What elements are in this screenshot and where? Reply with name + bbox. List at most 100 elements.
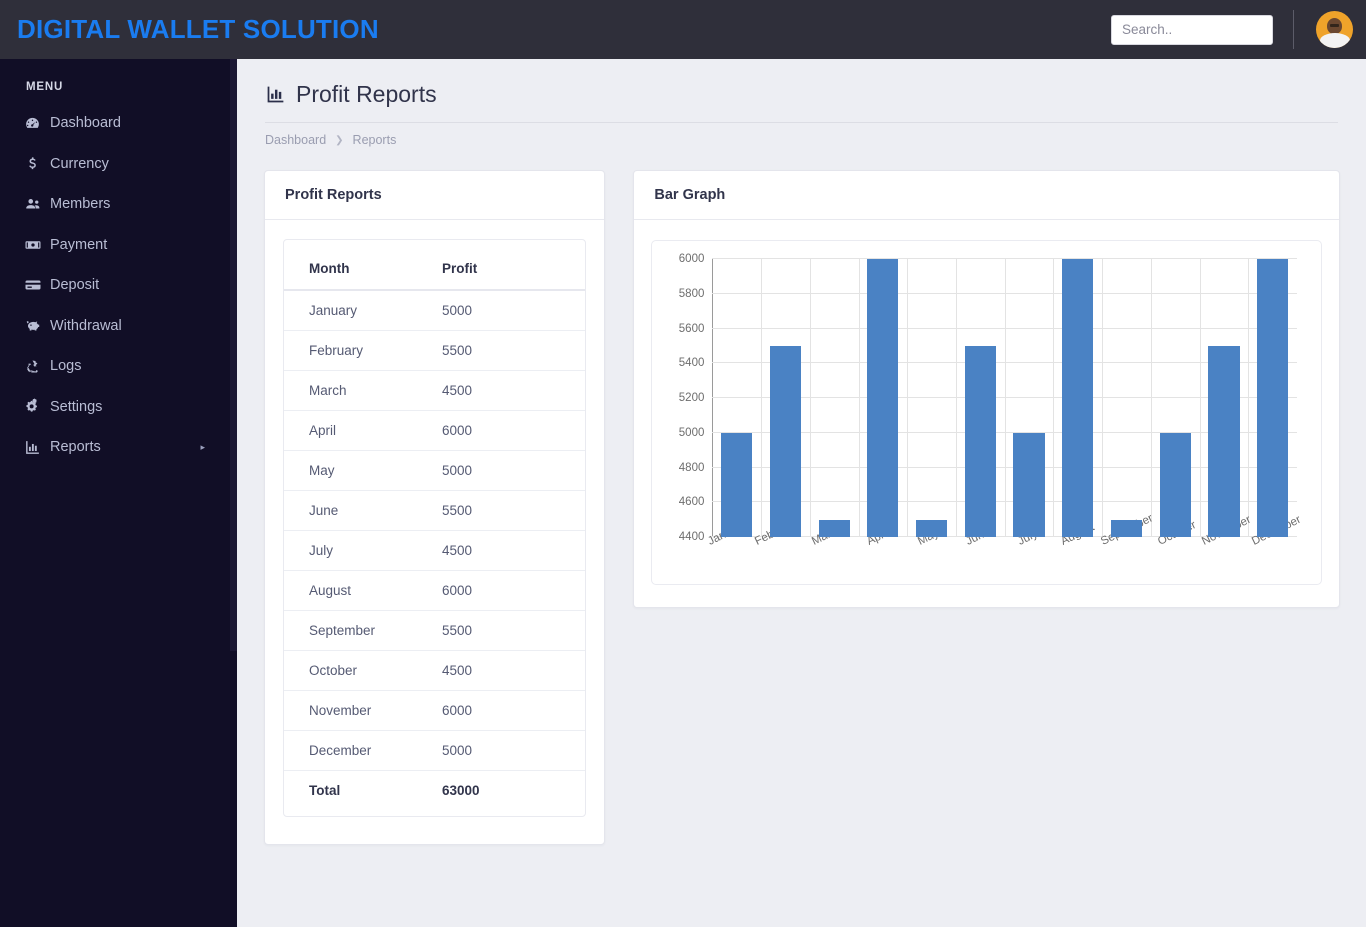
table-row: May 5000 — [284, 450, 586, 491]
column-header-profit: Profit — [442, 248, 586, 291]
cell-profit: 4500 — [442, 650, 586, 691]
chart-x-label-slot: February — [753, 517, 804, 549]
table-total-row: Total 63000 — [284, 770, 586, 810]
chart-bar[interactable] — [867, 259, 899, 537]
cell-profit: 4500 — [442, 370, 586, 411]
sidebar-item-label: Withdrawal — [50, 317, 122, 334]
sidebar-item-reports[interactable]: Reports ▸ — [0, 427, 237, 468]
chart-bar-slot — [1005, 259, 1054, 537]
table-row: March 4500 — [284, 370, 586, 411]
avatar[interactable] — [1316, 11, 1353, 48]
cell-profit: 5000 — [442, 303, 473, 318]
table-row: April 6000 — [284, 410, 586, 451]
content-row: Profit Reports Month Profit January 5000 F… — [237, 147, 1366, 845]
sidebar-item-dashboard[interactable]: Dashboard — [0, 103, 237, 144]
chart-y-tick-label: 5800 — [678, 287, 705, 300]
chart-bar-slot — [1053, 259, 1102, 537]
table-row: November 6000 — [284, 690, 586, 731]
sidebar-item-label: Dashboard — [50, 115, 121, 132]
profit-table-head: Month Profit — [284, 248, 586, 291]
chart-bar[interactable] — [916, 519, 948, 537]
chart-x-label-slot: August — [1055, 521, 1105, 549]
recycle-icon — [24, 358, 46, 375]
chart-x-label-slot: January — [704, 519, 754, 549]
breadcrumb-current: Reports — [352, 133, 397, 147]
cell-profit: 6000 — [442, 410, 586, 451]
cell-profit: 6000 — [442, 690, 586, 731]
search-input[interactable] — [1111, 14, 1273, 45]
chart-y-tick-label: 6000 — [678, 253, 705, 265]
cell-profit: 5000 — [442, 450, 586, 491]
table-row: October 4500 — [284, 650, 586, 691]
chart-bar[interactable] — [964, 345, 996, 537]
bar-graph-card-title: Bar Graph — [634, 171, 1339, 220]
cell-month: April — [284, 410, 442, 451]
money-bill-icon — [24, 236, 46, 254]
chart-bar[interactable] — [1208, 345, 1240, 537]
sidebar-item-logs[interactable]: Logs — [0, 346, 237, 387]
gears-icon — [24, 398, 46, 416]
chart-bar-slot — [1200, 259, 1249, 537]
breadcrumb-dashboard-link[interactable]: Dashboard — [265, 133, 326, 147]
chart-bar-slot — [859, 259, 908, 537]
sidebar-scrollbar[interactable] — [230, 59, 237, 651]
speedometer-icon — [24, 115, 46, 132]
chart-bar-slot — [810, 259, 859, 537]
profit-reports-card-title: Profit Reports — [265, 171, 605, 220]
chart-x-label-slot: March — [804, 523, 854, 549]
table-header-row: Month Profit — [284, 248, 586, 291]
sidebar-item-payment[interactable]: Payment — [0, 225, 237, 266]
chart-x-label-slot: April — [854, 527, 904, 549]
chart-bar[interactable] — [818, 519, 850, 537]
chart-bar-slot — [1248, 259, 1297, 537]
sidebar-item-settings[interactable]: Settings — [0, 387, 237, 428]
header-right-group — [1111, 0, 1366, 59]
top-header-bar: DIGITAL WALLET SOLUTION — [0, 0, 1366, 59]
page-title: Profit Reports — [296, 81, 437, 107]
cell-profit: 5500 — [442, 330, 586, 371]
profit-table-body: January 5000 February 5500 March 4500 April 600… — [284, 290, 586, 810]
chart-bar-slot — [907, 259, 956, 537]
sidebar-item-label: Payment — [50, 236, 108, 253]
cell-month: November — [284, 690, 442, 731]
chart-bar[interactable] — [1110, 519, 1143, 537]
sidebar-item-deposit[interactable]: Deposit — [0, 265, 237, 306]
bar-chart-icon — [265, 84, 286, 105]
sidebar-item-label: Members — [50, 196, 111, 213]
chart-x-label-slot: October — [1155, 519, 1205, 549]
chart-y-tick-label: 4400 — [678, 531, 705, 543]
sidebar-menu-label: MENU — [26, 81, 64, 93]
cell-month: June — [284, 490, 442, 531]
cell-month: December — [284, 730, 442, 771]
chart-bar[interactable] — [1062, 259, 1094, 537]
chevron-right-icon: ▸ — [200, 441, 205, 452]
chart-bar[interactable] — [769, 345, 802, 537]
sidebar-item-members[interactable]: Members — [0, 184, 237, 225]
chart-bar-slot — [712, 259, 761, 537]
cell-month: October — [284, 650, 442, 691]
sidebar-item-label: Currency — [50, 155, 109, 172]
sidebar-item-label: Settings — [50, 398, 103, 415]
chevron-right-icon: ❯ — [335, 134, 344, 146]
sidebar-item-currency[interactable]: Currency — [0, 144, 237, 185]
table-row: August 6000 — [284, 570, 586, 611]
header-divider — [1293, 10, 1294, 49]
chart-x-label-slot: November — [1200, 514, 1255, 549]
chart-bars — [712, 259, 1297, 537]
cell-total-label: Total — [284, 770, 442, 810]
chart-y-tick-label: 4600 — [678, 496, 705, 509]
cell-profit: 4500 — [442, 530, 586, 571]
chart-bar[interactable] — [1013, 432, 1045, 537]
chart-bar[interactable] — [1159, 432, 1191, 537]
app-brand-title: DIGITAL WALLET SOLUTION — [17, 14, 379, 44]
page-header: Profit Reports — [237, 59, 1366, 108]
bar-chart-icon — [24, 439, 46, 456]
chart-bar-slot — [761, 259, 810, 537]
sidebar-item-withdrawal[interactable]: Withdrawal — [0, 306, 237, 347]
chart-bar[interactable] — [1257, 259, 1289, 537]
users-icon — [24, 195, 46, 213]
table-row: September 5500 — [284, 610, 586, 651]
chart-bar-slot — [1151, 259, 1200, 537]
chart-y-tick-label: 4800 — [678, 461, 705, 474]
chart-bar[interactable] — [721, 432, 753, 537]
